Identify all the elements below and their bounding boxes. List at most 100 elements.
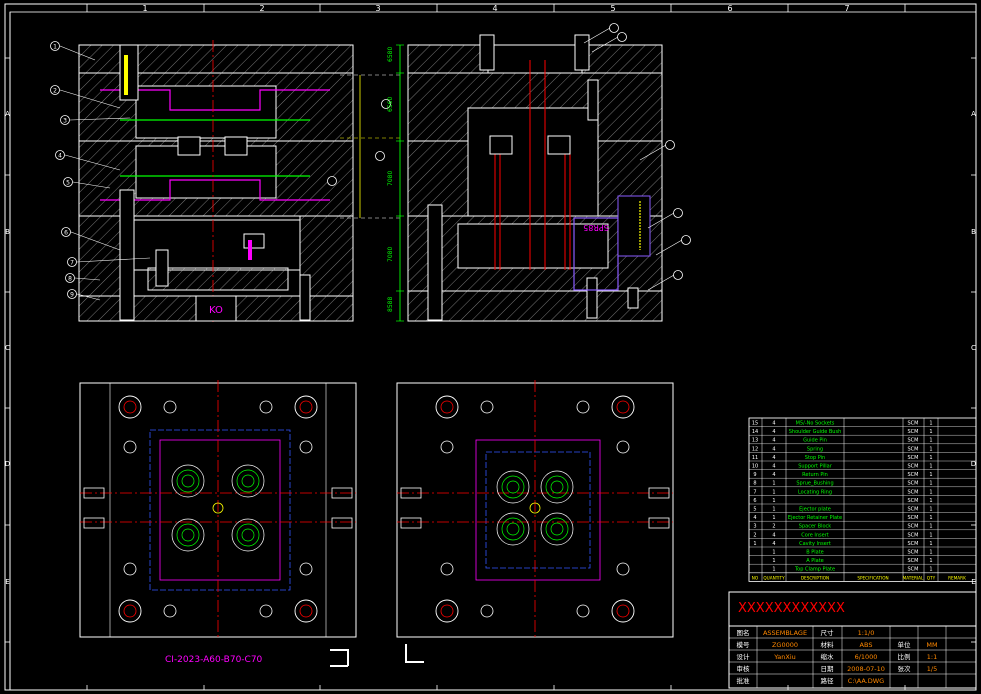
- svg-text:REMARK: REMARK: [948, 575, 966, 580]
- ko-label: KO: [209, 305, 223, 316]
- svg-text:3: 3: [753, 524, 756, 530]
- bom-row: 1 Top Clamp Plate SCM 1: [772, 567, 932, 573]
- svg-text:张次: 张次: [898, 664, 912, 673]
- svg-text:4: 4: [772, 421, 775, 427]
- svg-text:1: 1: [772, 515, 775, 521]
- svg-text:比例: 比例: [898, 652, 911, 661]
- svg-text:7080: 7080: [387, 171, 394, 186]
- svg-text:SCM: SCM: [908, 464, 919, 470]
- callout-balloon: [327, 176, 337, 186]
- plan-view-right: [396, 380, 674, 640]
- svg-text:SCM: SCM: [908, 472, 919, 478]
- svg-text:4: 4: [772, 541, 775, 547]
- svg-text:单位: 单位: [898, 640, 912, 649]
- svg-text:1:1/0: 1:1/0: [858, 629, 875, 637]
- svg-text:3: 3: [63, 118, 67, 125]
- bom-row: 13 4 Guide Pin SCM 1: [752, 438, 933, 444]
- svg-text:6580: 6580: [387, 47, 394, 62]
- svg-text:模号: 模号: [737, 640, 751, 649]
- svg-text:10: 10: [752, 464, 758, 470]
- svg-text:1: 1: [929, 532, 932, 538]
- bom-row: 6 1 SCM 1: [753, 498, 932, 504]
- svg-text:1: 1: [929, 507, 932, 513]
- svg-text:ASSEMBLAGE: ASSEMBLAGE: [763, 629, 807, 637]
- svg-text:ABS: ABS: [860, 641, 873, 649]
- svg-text:1: 1: [929, 455, 932, 461]
- svg-text:4: 4: [772, 438, 775, 444]
- svg-text:9: 9: [753, 472, 756, 478]
- svg-text:尺寸: 尺寸: [821, 628, 835, 637]
- row-letter: D: [971, 460, 976, 468]
- svg-text:1: 1: [929, 464, 932, 470]
- svg-text:SCM: SCM: [908, 558, 919, 564]
- svg-text:SCM: SCM: [908, 498, 919, 504]
- svg-text:4: 4: [753, 515, 756, 521]
- company-name: XXXXXXXXXXXX: [738, 601, 845, 616]
- svg-text:Ejector plate: Ejector plate: [799, 507, 831, 513]
- svg-text:SCM: SCM: [908, 567, 919, 573]
- svg-text:1: 1: [772, 558, 775, 564]
- bom-row: 3 2 Spacer Block SCM 1: [753, 524, 932, 530]
- svg-text:SCM: SCM: [908, 541, 919, 547]
- bom-row: 10 4 Support Pillar SCM 1: [752, 464, 933, 470]
- svg-text:图名: 图名: [737, 628, 750, 637]
- svg-text:1: 1: [929, 558, 932, 564]
- row-letter: E: [971, 578, 975, 586]
- bom-row: 12 4 Spring SCM 1: [752, 446, 933, 452]
- svg-text:1: 1: [772, 507, 775, 513]
- svg-text:6: 6: [753, 498, 756, 504]
- title-block-row: 模号 ZG0000 材料 ABS 单位 MM: [737, 640, 938, 649]
- svg-text:Guide Pin: Guide Pin: [803, 438, 827, 444]
- svg-text:SPECIFICATION: SPECIFICATION: [857, 575, 888, 580]
- bom-row: 14 4 Shoulder Guide Bush SCM 1: [752, 429, 933, 435]
- svg-text:1: 1: [929, 472, 932, 478]
- row-letter: A: [971, 110, 976, 118]
- column-number: 7: [844, 4, 849, 13]
- svg-text:5: 5: [66, 180, 70, 187]
- cad-drawing: 1234567 A AB BC CD DE E KO 123456789 658…: [4, 3, 977, 691]
- row-letter: E: [5, 578, 9, 586]
- row-letter: C: [5, 344, 10, 352]
- row-letter: C: [971, 344, 976, 352]
- svg-text:2: 2: [772, 524, 775, 530]
- bom-row: 8 1 Sprue_Bushing SCM 1: [753, 481, 932, 487]
- column-number: 5: [610, 4, 615, 13]
- svg-text:SCM: SCM: [908, 455, 919, 461]
- column-number: 2: [259, 4, 264, 13]
- svg-text:Support Pillar: Support Pillar: [798, 464, 832, 470]
- svg-text:缩水: 缩水: [821, 652, 835, 661]
- svg-text:1: 1: [929, 550, 932, 556]
- svg-text:1: 1: [929, 446, 932, 452]
- svg-text:SCM: SCM: [908, 481, 919, 487]
- svg-text:YanXiu: YanXiu: [773, 653, 796, 661]
- svg-text:Sprue_Bushing: Sprue_Bushing: [796, 481, 833, 487]
- svg-text:1: 1: [929, 429, 932, 435]
- svg-text:4: 4: [58, 153, 62, 160]
- bom-row: 2 4 Core Insert SCM 1: [753, 532, 932, 538]
- callout-balloon: [583, 23, 619, 44]
- section-view-right: 6580 6560 7080 7080 8588 SPR85: [387, 23, 691, 322]
- svg-text:1: 1: [929, 489, 932, 495]
- svg-text:MM: MM: [926, 641, 937, 649]
- callout-balloon: [375, 151, 385, 161]
- title-block-row: 设计 YanXiu 缩水 6/1000 比例 1:1: [737, 652, 938, 661]
- svg-text:B Plate: B Plate: [806, 550, 824, 556]
- svg-text:4: 4: [772, 464, 775, 470]
- svg-text:设计: 设计: [737, 652, 751, 661]
- svg-text:SCM: SCM: [908, 421, 919, 427]
- svg-text:4: 4: [772, 455, 775, 461]
- svg-text:SCM: SCM: [908, 489, 919, 495]
- column-number: 4: [492, 4, 497, 13]
- svg-text:C:\AA.DWG: C:\AA.DWG: [848, 677, 884, 685]
- svg-text:MATERIAL: MATERIAL: [903, 575, 924, 580]
- svg-text:Spacer Block: Spacer Block: [799, 524, 832, 530]
- spring-label: SPR85: [583, 223, 609, 232]
- svg-text:Cavity Insert: Cavity Insert: [799, 541, 831, 547]
- svg-text:5: 5: [753, 507, 756, 513]
- column-number: 1: [142, 4, 147, 13]
- svg-text:15: 15: [752, 421, 758, 427]
- svg-text:7080: 7080: [387, 247, 394, 262]
- row-letter: B: [971, 228, 976, 236]
- svg-text:SCM: SCM: [908, 429, 919, 435]
- bom-table: 15 4 M5/-No Sockets SCM 114 4 Shoulder Guide B…: [748, 417, 977, 582]
